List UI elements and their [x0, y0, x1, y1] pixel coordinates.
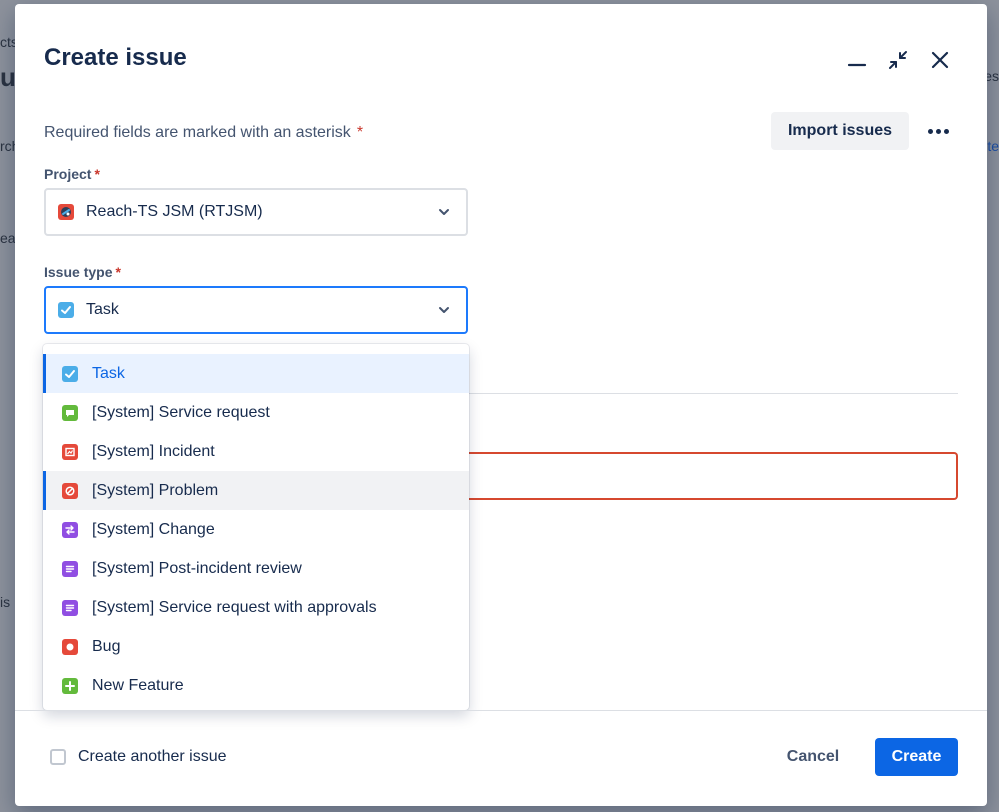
service-request-icon	[62, 404, 78, 421]
summary-input[interactable]	[468, 452, 958, 500]
background-text: is	[0, 594, 11, 610]
option-label: [System] Service request	[92, 403, 270, 421]
project-select-value: Reach-TS JSM (RTJSM)	[86, 203, 263, 220]
required-asterisk: *	[94, 166, 100, 182]
collapse-button[interactable]	[882, 44, 914, 76]
change-icon	[62, 521, 78, 538]
issue-type-dropdown: Task [System] Service request [System] I…	[43, 344, 469, 710]
issue-type-option-problem[interactable]: [System] Problem	[43, 471, 469, 510]
problem-icon	[62, 482, 78, 499]
issue-type-option-service-request[interactable]: [System] Service request	[43, 393, 469, 432]
project-label: Project *	[44, 166, 100, 182]
issue-type-label-text: Issue type	[44, 264, 113, 280]
issue-type-label: Issue type *	[44, 264, 121, 280]
issue-type-option-task[interactable]: Task	[43, 354, 469, 393]
footer-divider	[15, 710, 987, 711]
minimize-button[interactable]	[841, 44, 873, 76]
option-label: Task	[92, 364, 125, 382]
option-label: [System] Post-incident review	[92, 559, 302, 577]
option-label: [System] Service request with approvals	[92, 598, 377, 616]
project-avatar-icon	[58, 204, 74, 220]
issue-type-option-post-incident-review[interactable]: [System] Post-incident review	[43, 549, 469, 588]
import-issues-button[interactable]: Import issues	[771, 112, 909, 150]
project-select[interactable]: Reach-TS JSM (RTJSM)	[44, 188, 468, 236]
issue-type-option-service-request-approvals[interactable]: [System] Service request with approvals	[43, 588, 469, 627]
bug-icon	[62, 638, 78, 655]
cancel-button[interactable]: Cancel	[771, 738, 855, 776]
more-actions-button[interactable]	[920, 112, 956, 150]
option-label: [System] Incident	[92, 442, 215, 460]
option-label: [System] Change	[92, 520, 215, 538]
close-icon	[931, 51, 949, 69]
create-another-label: Create another issue	[78, 748, 227, 765]
option-label: [System] Problem	[92, 481, 219, 499]
required-asterisk: *	[356, 124, 364, 141]
service-request-approvals-icon	[62, 599, 78, 616]
option-label: New Feature	[92, 676, 184, 694]
issue-type-select[interactable]: Task	[44, 286, 468, 334]
background-text: ea	[0, 230, 16, 246]
section-divider	[468, 393, 958, 394]
task-icon	[62, 365, 78, 382]
close-button[interactable]	[924, 44, 956, 76]
chevron-down-icon	[439, 307, 449, 313]
create-issue-modal: Create issue Required fields are marked …	[15, 4, 987, 806]
task-icon	[58, 302, 74, 318]
create-button[interactable]: Create	[875, 738, 958, 776]
issue-type-option-new-feature[interactable]: New Feature	[43, 666, 469, 705]
minimize-icon	[847, 63, 867, 67]
required-note-text: Required fields are marked with an aster…	[44, 124, 351, 141]
required-asterisk: *	[115, 264, 121, 280]
post-incident-review-icon	[62, 560, 78, 577]
issue-type-select-value: Task	[86, 301, 119, 318]
modal-title: Create issue	[44, 44, 187, 71]
incident-icon	[62, 443, 78, 460]
collapse-icon	[889, 51, 907, 69]
more-dots-icon	[927, 128, 933, 134]
more-dots-icon	[935, 128, 941, 134]
required-fields-note: Required fields are marked with an aster…	[44, 124, 363, 142]
background-text: te	[987, 138, 999, 154]
checkbox-box[interactable]	[50, 749, 66, 765]
issue-type-option-change[interactable]: [System] Change	[43, 510, 469, 549]
project-label-text: Project	[44, 166, 92, 182]
more-dots-icon	[943, 128, 949, 134]
option-label: Bug	[92, 637, 121, 655]
new-feature-icon	[62, 677, 78, 694]
create-another-checkbox[interactable]: Create another issue	[50, 748, 227, 766]
chevron-down-icon	[439, 209, 449, 215]
issue-type-option-incident[interactable]: [System] Incident	[43, 432, 469, 471]
issue-type-option-bug[interactable]: Bug	[43, 627, 469, 666]
